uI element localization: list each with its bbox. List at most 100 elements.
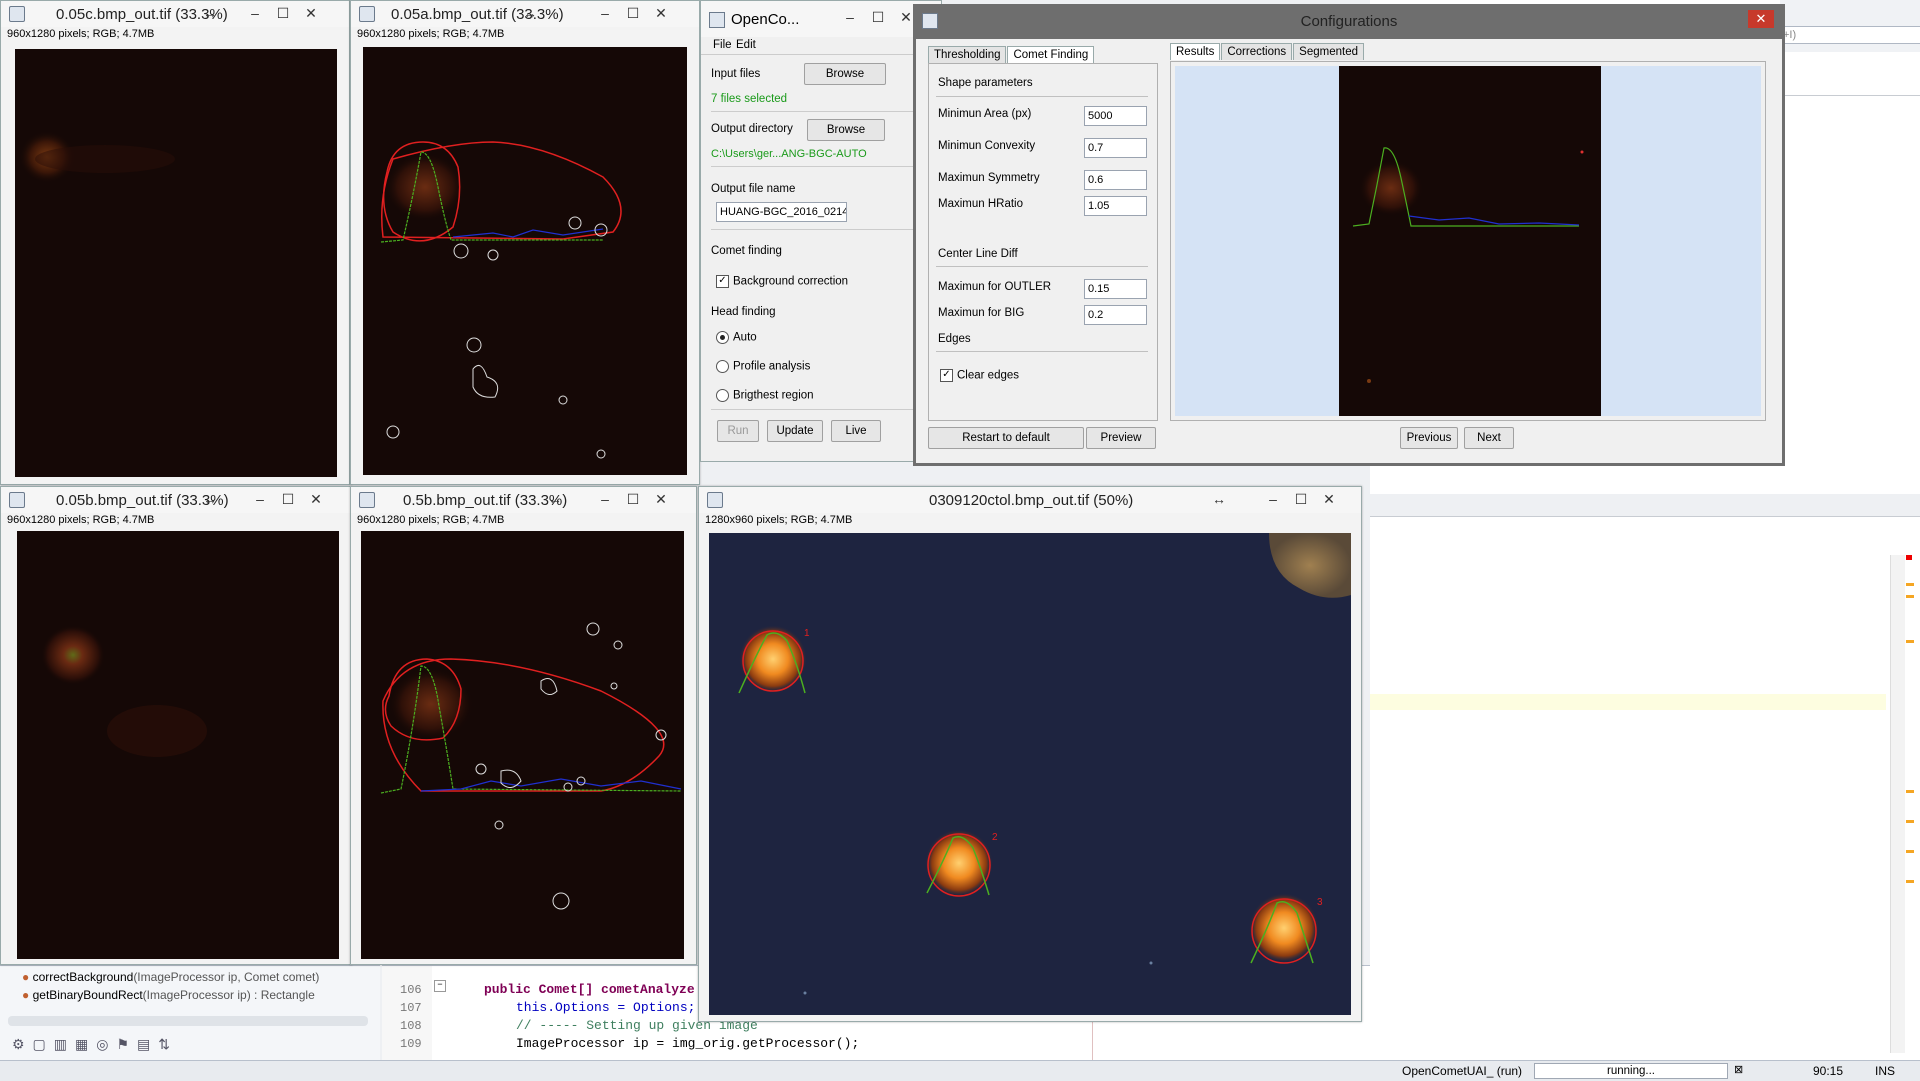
ide-quick-access[interactable]: +I) — [1780, 26, 1920, 44]
image-canvas[interactable]: 1 2 3 — [709, 533, 1351, 1015]
java-icon — [709, 12, 725, 28]
close-icon[interactable]: ✕ — [647, 3, 675, 23]
tab-thresholding[interactable]: Thresholding — [928, 46, 1007, 63]
radio-icon[interactable] — [716, 360, 729, 373]
max-big-input[interactable]: 0.2 — [1084, 305, 1147, 325]
previous-button[interactable]: Previous — [1400, 427, 1458, 449]
checkbox-checked-icon[interactable]: ✓ — [716, 275, 729, 288]
image-window-0.05b[interactable]: 0.05b.bmp_out.tif (33.3%) ↔ – ☐ ✕ 960x12… — [0, 486, 352, 965]
output-file-input[interactable]: HUANG-BGC_2016_0214_123003 — [716, 202, 847, 222]
minimize-icon[interactable]: – — [836, 7, 864, 27]
warning-marker[interactable] — [1906, 790, 1914, 793]
menu-edit[interactable]: Edit — [736, 39, 756, 51]
image-window-0.5b[interactable]: 0.5b.bmp_out.tif (33.3%) ↔ – ☐ ✕ 960x128… — [350, 486, 697, 965]
minimize-icon[interactable]: – — [1259, 489, 1287, 509]
window-titlebar[interactable]: Configurations ✕ — [916, 7, 1782, 39]
minimize-icon[interactable]: – — [246, 489, 274, 509]
resize-icon[interactable]: ↔ — [1205, 489, 1233, 509]
outline-method-signature: (ImageProcessor ip, Comet comet) — [133, 970, 320, 984]
minimize-icon[interactable]: – — [241, 3, 269, 23]
radio-icon[interactable] — [716, 389, 729, 402]
close-icon[interactable]: ✕ — [1315, 489, 1343, 509]
preview-button[interactable]: Preview — [1086, 427, 1156, 449]
warning-marker[interactable] — [1906, 880, 1914, 883]
window-titlebar[interactable]: OpenCo... – ☐ ✕ — [701, 1, 941, 37]
close-icon[interactable]: ✕ — [1748, 10, 1774, 28]
warning-marker[interactable] — [1906, 850, 1914, 853]
image-info: 960x1280 pixels; RGB; 4.7MB — [7, 28, 155, 40]
maximize-icon[interactable]: ☐ — [864, 7, 892, 27]
minimize-icon[interactable]: – — [591, 3, 619, 23]
resize-icon[interactable]: ↔ — [541, 489, 569, 509]
comet-image — [380, 622, 682, 910]
outline-toolbar-icons[interactable]: ⚙▢▥▦◎⚑▤⇅ — [12, 1036, 178, 1053]
image-window-0309120ctol[interactable]: 0309120ctol.bmp_out.tif (50%) ↔ – ☐ ✕ 12… — [698, 486, 1362, 1022]
tab-results[interactable]: Results — [1170, 43, 1221, 60]
image-canvas[interactable] — [361, 531, 684, 959]
results-image[interactable] — [1339, 66, 1601, 416]
radio-auto[interactable]: Auto — [716, 331, 757, 344]
window-titlebar[interactable]: 0.05a.bmp_out.tif (33.3%) ↔ – ☐ ✕ — [351, 1, 699, 27]
maximize-icon[interactable]: ☐ — [619, 489, 647, 509]
warning-marker[interactable] — [1906, 595, 1914, 598]
warning-marker[interactable] — [1906, 640, 1914, 643]
menu-file[interactable]: File — [713, 39, 732, 51]
window-titlebar[interactable]: 0309120ctol.bmp_out.tif (50%) ↔ – ☐ ✕ — [699, 487, 1361, 513]
error-marker[interactable] — [1906, 555, 1912, 560]
radio-selected-icon[interactable] — [716, 331, 729, 344]
clear-edges-checkbox[interactable]: ✓ Clear edges — [940, 369, 1019, 382]
status-progress[interactable]: running... — [1534, 1063, 1728, 1079]
left-tabs: Thresholding Comet Finding — [928, 46, 1095, 63]
checkbox-checked-icon[interactable]: ✓ — [940, 369, 953, 382]
max-outler-input[interactable]: 0.15 — [1084, 279, 1147, 299]
browse-input-button[interactable]: Browse — [804, 63, 886, 85]
window-titlebar[interactable]: 0.5b.bmp_out.tif (33.3%) ↔ – ☐ ✕ — [351, 487, 696, 513]
window-titlebar[interactable]: 0.05c.bmp_out.tif (33.3%) ↔ – ☐ ✕ — [1, 1, 349, 27]
close-icon[interactable]: ✕ — [647, 489, 675, 509]
window-titlebar[interactable]: 0.05b.bmp_out.tif (33.3%) ↔ – ☐ ✕ — [1, 487, 351, 513]
live-button[interactable]: Live — [831, 420, 881, 442]
maximize-icon[interactable]: ☐ — [1287, 489, 1315, 509]
fold-toggle-icon[interactable]: − — [434, 980, 446, 992]
line-number-gutter: 106 107 108 109 — [382, 966, 432, 1061]
configurations-window[interactable]: Configurations ✕ Thresholding Comet Find… — [913, 4, 1785, 466]
image-canvas[interactable] — [17, 531, 339, 959]
close-icon[interactable]: ✕ — [297, 3, 325, 23]
tab-segmented[interactable]: Segmented — [1293, 43, 1364, 60]
warning-marker[interactable] — [1906, 820, 1914, 823]
max-symmetry-input[interactable]: 0.6 — [1084, 170, 1147, 190]
comet-label-2: 2 — [992, 832, 998, 843]
close-icon[interactable]: ✕ — [302, 489, 330, 509]
min-area-input[interactable]: 5000 — [1084, 106, 1147, 126]
update-button[interactable]: Update — [767, 420, 823, 442]
maximize-icon[interactable]: ☐ — [274, 489, 302, 509]
outline-item[interactable]: ● correctBackground(ImageProcessor ip, C… — [22, 970, 319, 984]
background-correction-checkbox[interactable]: ✓ Background correction — [716, 275, 848, 288]
radio-brightest-region[interactable]: Brigthest region — [716, 389, 814, 402]
restart-to-default-button[interactable]: Restart to default — [928, 427, 1084, 449]
min-convexity-input[interactable]: 0.7 — [1084, 138, 1147, 158]
minimize-icon[interactable]: – — [591, 489, 619, 509]
radio-profile-analysis[interactable]: Profile analysis — [716, 360, 810, 373]
ide-overview-ruler[interactable] — [1890, 555, 1905, 1053]
maximize-icon[interactable]: ☐ — [619, 3, 647, 23]
resize-icon[interactable]: ↔ — [196, 489, 224, 509]
image-canvas[interactable] — [15, 49, 337, 477]
image-canvas[interactable] — [363, 47, 687, 475]
resize-icon[interactable]: ↔ — [196, 3, 224, 23]
next-button[interactable]: Next — [1464, 427, 1514, 449]
tab-corrections[interactable]: Corrections — [1221, 43, 1293, 60]
maximize-icon[interactable]: ☐ — [269, 3, 297, 23]
warning-marker[interactable] — [1906, 583, 1914, 586]
outline-item[interactable]: ● getBinaryBoundRect(ImageProcessor ip) … — [22, 988, 315, 1002]
resize-icon[interactable]: ↔ — [516, 3, 544, 23]
tab-comet-finding[interactable]: Comet Finding — [1007, 46, 1095, 63]
stop-task-icon[interactable]: ⊠ — [1734, 1063, 1743, 1076]
browse-output-button[interactable]: Browse — [807, 119, 885, 141]
max-hratio-input[interactable]: 1.05 — [1084, 196, 1147, 216]
image-window-0.05c[interactable]: 0.05c.bmp_out.tif (33.3%) ↔ – ☐ ✕ 960x12… — [0, 0, 350, 485]
image-window-0.05a[interactable]: 0.05a.bmp_out.tif (33.3%) ↔ – ☐ ✕ 960x12… — [350, 0, 700, 485]
run-button[interactable]: Run — [717, 420, 759, 442]
opencomet-window[interactable]: OpenCo... – ☐ ✕ File Edit Input files Br… — [700, 0, 942, 462]
outline-scrollbar[interactable] — [8, 1016, 368, 1026]
